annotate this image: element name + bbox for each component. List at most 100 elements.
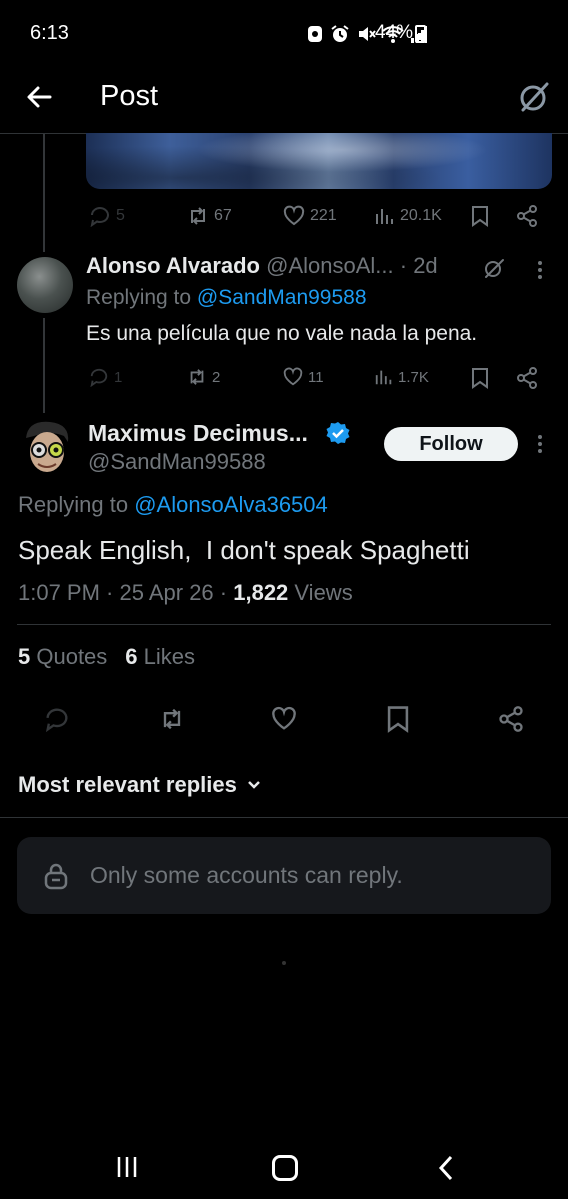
replying-to: Replying to @AlonsoAlva36504 <box>18 492 328 518</box>
reply-action[interactable]: 5 <box>88 205 125 227</box>
lock-icon <box>43 862 69 890</box>
post-timestamp[interactable]: 1:07 PM · 25 Apr 26 · <box>18 580 233 605</box>
avatar-image <box>26 421 69 472</box>
replying-prefix: Replying to <box>18 492 135 517</box>
post-meta: 1:07 PM · 25 Apr 26 · 1,822 Views <box>18 580 353 606</box>
views-count: 1,822 <box>233 580 289 605</box>
share-icon <box>517 367 537 389</box>
bookmark-button[interactable] <box>470 205 490 227</box>
views-count: 1.7K <box>398 368 429 386</box>
post-media-image[interactable] <box>86 133 552 189</box>
replies-sort-label: Most relevant replies <box>18 772 237 797</box>
bookmark-icon <box>387 706 409 733</box>
repost-icon <box>163 708 181 730</box>
repost-icon <box>190 369 204 385</box>
page-title: Post <box>100 80 159 112</box>
views-label: Views <box>288 580 353 605</box>
like-count: 11 <box>308 368 324 386</box>
share-button[interactable] <box>515 205 539 227</box>
grok-button[interactable] <box>482 256 506 280</box>
more-options-button[interactable] <box>537 434 543 454</box>
recents-button[interactable] <box>115 1155 139 1179</box>
reply-icon <box>90 207 109 227</box>
divider <box>0 817 568 818</box>
views-icon <box>376 209 393 224</box>
media-shading <box>86 133 552 189</box>
repost-button[interactable] <box>158 705 186 733</box>
share-icon <box>499 706 523 732</box>
arrow-left-icon <box>27 86 52 108</box>
alarm-icon <box>331 25 349 42</box>
replying-handle[interactable]: @SandMan99588 <box>197 286 367 309</box>
reply-icon <box>90 368 108 387</box>
likes-label: Likes <box>137 644 196 669</box>
like-action[interactable]: 11 <box>282 367 324 387</box>
thread-line <box>43 134 45 252</box>
author-name[interactable]: Maximus Decimus... <box>88 420 308 447</box>
system-back-button[interactable] <box>437 1155 455 1181</box>
follow-button[interactable]: Follow <box>384 427 518 461</box>
grok-icon <box>485 259 504 278</box>
repost-count: 2 <box>212 368 221 386</box>
views-action[interactable]: 20.1K <box>374 205 442 227</box>
repost-count: 67 <box>214 207 232 224</box>
post-text: Speak English, I don't speak Spaghetti <box>18 535 470 565</box>
grok-button[interactable] <box>516 79 552 115</box>
views-action[interactable]: 1.7K <box>374 367 429 387</box>
repost-icon <box>191 207 205 225</box>
grok-icon <box>520 82 549 112</box>
replying-handle[interactable]: @AlonsoAlva36504 <box>134 492 328 517</box>
divider <box>17 624 551 625</box>
reply-icon <box>45 708 68 733</box>
heart-icon <box>272 706 296 730</box>
verified-badge-icon <box>326 421 350 445</box>
author-handle[interactable]: @AlonsoAl... <box>266 253 394 278</box>
back-button[interactable] <box>22 80 56 114</box>
bookmark-button[interactable] <box>385 705 413 733</box>
heart-icon <box>283 367 303 386</box>
like-action[interactable]: 221 <box>282 205 337 227</box>
reply-action[interactable]: 1 <box>88 367 122 387</box>
chevron-left-icon <box>438 1155 453 1181</box>
replies-sort-dropdown[interactable]: Most relevant replies <box>18 772 261 798</box>
replying-to: Replying to @SandMan99588 <box>86 286 367 310</box>
bookmark-icon <box>472 368 488 389</box>
battery-percent: 44% <box>375 22 414 43</box>
engagement-stats: 5 Quotes 6 Likes <box>18 644 195 670</box>
reply-button[interactable] <box>43 705 71 733</box>
repost-action[interactable]: 2 <box>186 367 220 387</box>
quotes-count: 5 <box>18 644 31 669</box>
likes-count: 6 <box>125 644 138 669</box>
share-icon <box>517 205 537 227</box>
views-icon <box>375 370 392 385</box>
mute-icon <box>359 27 376 41</box>
reply-text: Es una película que no vale nada la pena… <box>86 322 478 345</box>
replying-prefix: Replying to <box>86 286 197 309</box>
reply-count: 5 <box>116 207 125 224</box>
recents-icon <box>117 1157 137 1177</box>
more-vertical-icon <box>538 435 542 453</box>
avatar[interactable] <box>17 257 73 313</box>
author-name[interactable]: Alonso Alvarado <box>86 253 260 278</box>
app-notification-icon <box>308 26 322 42</box>
avatar[interactable] <box>20 418 74 478</box>
thread-line <box>43 318 45 413</box>
bookmark-button[interactable] <box>470 367 490 389</box>
status-time: 6:13 <box>30 22 69 44</box>
home-button[interactable] <box>272 1155 298 1181</box>
reply-author-line: Alonso Alvarado @AlonsoAl... · 2d <box>86 253 438 279</box>
author-handle[interactable]: @SandMan99588 <box>88 449 266 475</box>
more-vertical-icon <box>538 261 542 279</box>
reply-restriction-text: Only some accounts can reply. <box>90 862 403 888</box>
more-options-button[interactable] <box>537 260 543 280</box>
likes-stat[interactable]: 6 Likes <box>125 644 195 670</box>
loading-dot <box>282 961 286 965</box>
repost-action[interactable]: 67 <box>186 205 232 227</box>
quotes-stat[interactable]: 5 Quotes <box>18 644 107 670</box>
battery-icon <box>415 25 426 43</box>
reply-count: 1 <box>114 368 123 386</box>
share-button[interactable] <box>497 705 525 733</box>
like-button[interactable] <box>270 705 298 733</box>
share-button[interactable] <box>515 367 539 389</box>
quotes-label: Quotes <box>30 644 108 669</box>
